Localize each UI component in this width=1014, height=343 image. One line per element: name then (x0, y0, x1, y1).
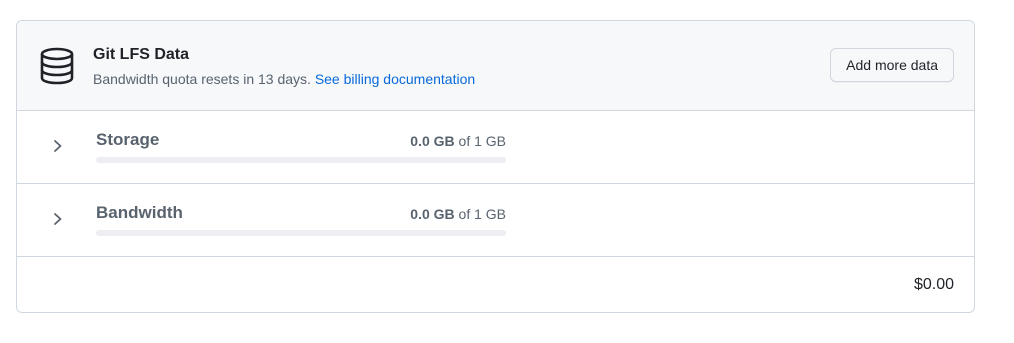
storage-progress-bar (96, 157, 506, 163)
card-header: Git LFS Data Bandwidth quota resets in 1… (17, 21, 974, 111)
card-footer: $0.00 (17, 257, 974, 312)
storage-used-value: 0.0 GB (410, 133, 455, 149)
chevron-right-icon[interactable] (51, 138, 65, 154)
total-cost: $0.00 (913, 276, 954, 293)
card-subtitle: Bandwidth quota resets in 13 days. See b… (93, 71, 475, 87)
bandwidth-used-value: 0.0 GB (410, 206, 455, 222)
git-lfs-data-card: Git LFS Data Bandwidth quota resets in 1… (16, 20, 975, 313)
storage-limit-text: of 1 GB (458, 133, 506, 149)
storage-row: Storage 0.0 GB of 1 GB (17, 111, 974, 184)
card-title: Git LFS Data (93, 46, 190, 63)
bandwidth-label: Bandwidth (96, 203, 183, 222)
bandwidth-row: Bandwidth 0.0 GB of 1 GB (17, 184, 974, 257)
chevron-right-icon[interactable] (51, 211, 65, 227)
quota-reset-text: Bandwidth quota resets in 13 days. (93, 71, 311, 87)
bandwidth-progress-bar (96, 230, 506, 236)
add-more-data-button[interactable]: Add more data (830, 48, 954, 82)
storage-usage: 0.0 GB of 1 GB (306, 133, 506, 149)
storage-label: Storage (96, 130, 160, 149)
billing-documentation-link[interactable]: See billing documentation (315, 71, 475, 87)
bandwidth-limit-text: of 1 GB (458, 206, 506, 222)
bandwidth-usage: 0.0 GB of 1 GB (306, 206, 506, 222)
database-icon (40, 47, 74, 85)
